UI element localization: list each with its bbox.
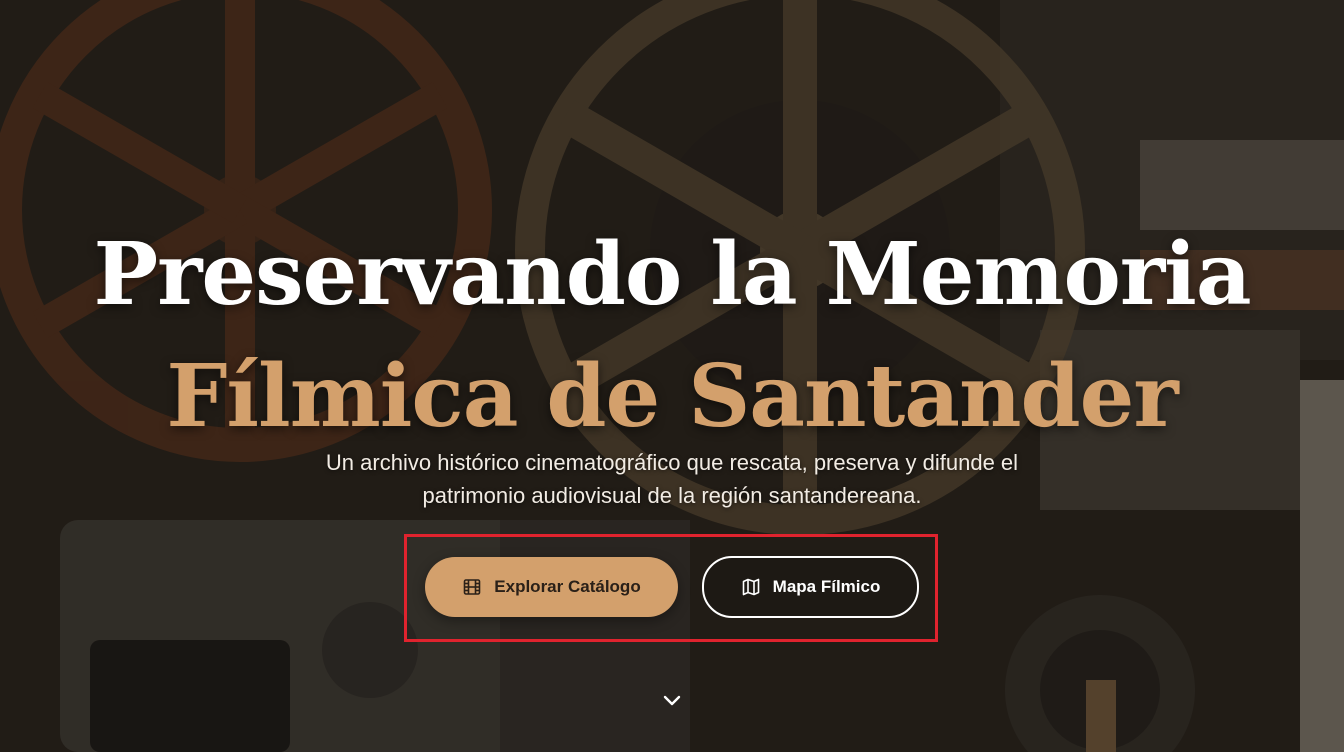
film-map-button[interactable]: Mapa Fílmico — [702, 556, 919, 618]
hero-section: Preservando la Memoria Fílmica de Santan… — [0, 0, 1344, 752]
hero-subtitle: Un archivo histórico cinematográfico que… — [222, 446, 1122, 512]
film-icon — [462, 577, 482, 597]
hero-subtitle-line-1: Un archivo histórico cinematográfico que… — [325, 450, 1019, 475]
hero-subtitle-line-2: patrimonio audiovisual de la región sant… — [422, 483, 922, 508]
explore-catalog-button[interactable]: Explorar Catálogo — [425, 557, 678, 617]
hero-title-line-1: Preservando la Memoria — [93, 224, 1251, 325]
chevron-down-icon — [663, 695, 681, 706]
explore-catalog-label: Explorar Catálogo — [494, 577, 641, 596]
hero-title-line-2: Fílmica de Santander — [166, 346, 1178, 447]
scroll-down-button[interactable] — [660, 688, 684, 712]
map-icon — [741, 577, 761, 597]
hero-content: Preservando la Memoria Fílmica de Santan… — [0, 0, 1344, 752]
film-map-label: Mapa Fílmico — [772, 577, 881, 596]
